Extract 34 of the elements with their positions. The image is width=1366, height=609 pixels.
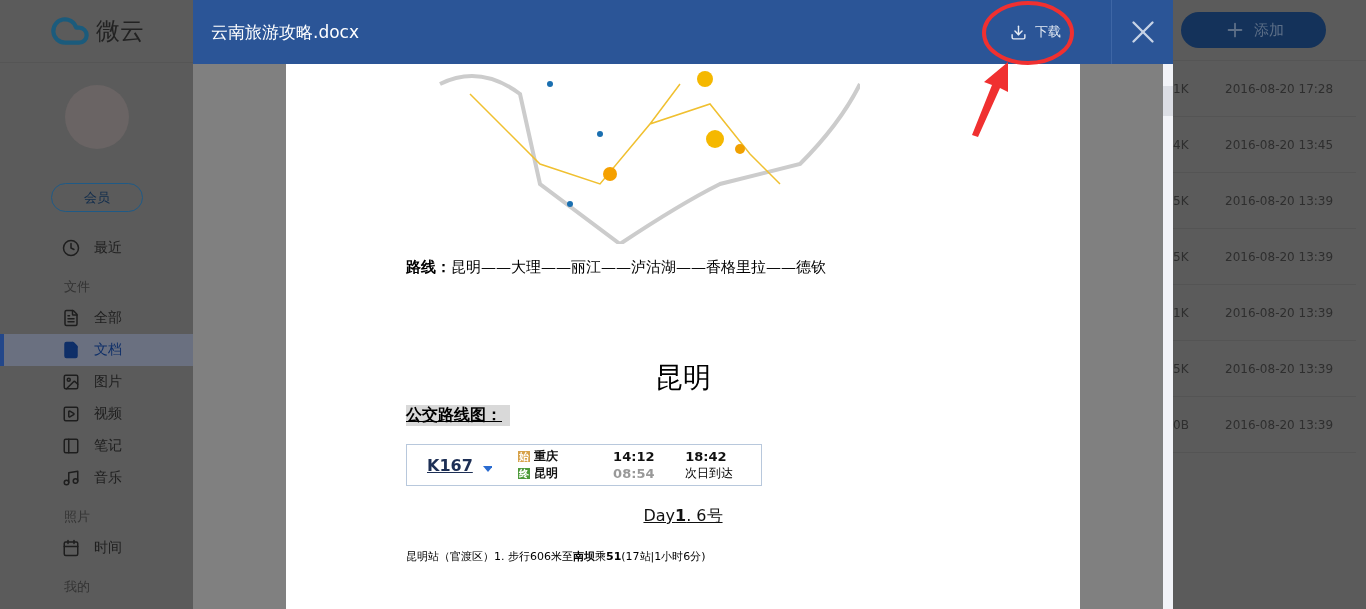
add-button[interactable]: 添加 bbox=[1181, 12, 1326, 48]
arrive-note: 次日到达 bbox=[685, 465, 735, 482]
route-text: 路线：昆明——大理——丽江——泸沽湖——香格里拉——德钦 bbox=[406, 258, 827, 277]
download-icon bbox=[1010, 23, 1027, 41]
nav-item[interactable]: 音乐 bbox=[0, 462, 193, 494]
nav-item[interactable]: 视频 bbox=[0, 398, 193, 430]
day-heading: Day1. 6号 bbox=[642, 506, 724, 527]
document-lines-icon bbox=[62, 309, 80, 327]
image-icon bbox=[62, 373, 80, 391]
file-icon bbox=[62, 341, 80, 359]
destination-station: 终 昆明 bbox=[518, 465, 560, 482]
file-title: 云南旅游攻略.docx bbox=[211, 20, 360, 44]
caret-icon bbox=[482, 466, 493, 472]
arrive-time: 18:42 bbox=[685, 448, 728, 465]
origin-station: 始 重庆 bbox=[518, 448, 560, 465]
nav-item[interactable]: 最近 bbox=[0, 232, 193, 264]
play-icon bbox=[62, 405, 80, 423]
depart-time: 14:12 bbox=[613, 448, 656, 465]
start-time: 08:54 bbox=[613, 465, 656, 482]
train-number: K167 bbox=[427, 455, 473, 475]
logo-text: 微云 bbox=[95, 16, 144, 47]
bus-route-heading: 公交路线图： bbox=[406, 405, 510, 426]
directions-text: 昆明站（官渡区）1. 步行606米至南坝乘51(17站|1小时6分) bbox=[406, 549, 707, 564]
nav-item[interactable]: 时间 bbox=[0, 532, 193, 564]
calendar-icon bbox=[62, 539, 80, 557]
music-note-icon bbox=[62, 469, 80, 487]
nav-item[interactable]: 图片 bbox=[0, 366, 193, 398]
scrollbar[interactable] bbox=[1163, 64, 1173, 609]
clock-icon bbox=[62, 239, 80, 257]
nav-item[interactable]: 笔记 bbox=[0, 430, 193, 462]
nav-item[interactable]: 文档 bbox=[0, 334, 193, 366]
nav-item[interactable]: 全部 bbox=[0, 302, 193, 334]
city-heading: 昆明 bbox=[654, 360, 712, 396]
notebook-icon bbox=[62, 437, 80, 455]
